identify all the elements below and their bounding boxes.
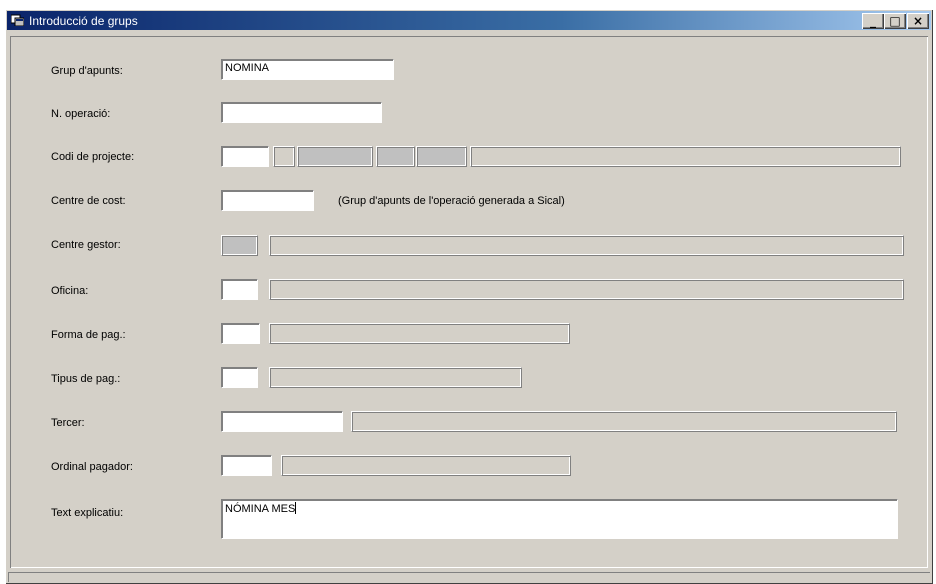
text-cursor: [295, 502, 297, 514]
close-button[interactable]: ×: [907, 13, 929, 29]
ordinal-pagador-input[interactable]: [221, 455, 272, 476]
tipus-pag-label: Tipus de pag.:: [51, 373, 121, 385]
minimize-button[interactable]: _: [862, 13, 884, 29]
ordinal-pagador-label: Ordinal pagador:: [51, 461, 133, 473]
oficina-label: Oficina:: [51, 285, 89, 297]
text-explicatiu-value: NÓMINA MES: [225, 503, 296, 515]
codi-projecte-input[interactable]: [221, 146, 269, 167]
tercer-label: Tercer:: [51, 417, 85, 429]
tercer-description: [351, 411, 897, 432]
codi-projecte-description: [470, 146, 901, 167]
status-bar: [8, 572, 930, 582]
main-window: Introducció de grups _ □ × Grup d'apunts…: [5, 9, 933, 584]
forma-pag-description: [269, 323, 570, 344]
codi-projecte-part-1: [273, 146, 295, 167]
ordinal-pagador-description: [281, 455, 571, 476]
codi-projecte-part-4: [416, 146, 467, 167]
centre-cost-note: (Grup d'apunts de l'operació generada a …: [338, 195, 565, 207]
codi-projecte-label: Codi de projecte:: [51, 151, 135, 163]
centre-cost-label: Centre de cost:: [51, 195, 126, 207]
close-icon: ×: [912, 14, 924, 28]
window-title: Introducció de grups: [29, 14, 138, 28]
forma-pag-input[interactable]: [221, 323, 260, 344]
minimize-icon: _: [870, 14, 876, 28]
title-bar[interactable]: Introducció de grups _ □ ×: [7, 11, 931, 30]
n-operacio-label: N. operació:: [51, 108, 111, 120]
centre-gestor-description: [269, 235, 904, 256]
centre-gestor-code: [221, 235, 258, 256]
grup-apunts-label: Grup d'apunts:: [51, 65, 123, 77]
codi-projecte-part-2: [297, 146, 373, 167]
maximize-button[interactable]: □: [884, 13, 906, 29]
grup-apunts-input[interactable]: NOMINA: [221, 59, 394, 80]
n-operacio-input[interactable]: [221, 102, 382, 123]
centre-cost-input[interactable]: [221, 190, 314, 211]
codi-projecte-part-3: [376, 146, 415, 167]
tercer-input[interactable]: [221, 411, 343, 432]
tipus-pag-description: [269, 367, 522, 388]
tipus-pag-input[interactable]: [221, 367, 258, 388]
form-panel: [10, 36, 928, 568]
text-explicatiu-label: Text explicatiu:: [51, 507, 124, 519]
oficina-description: [269, 279, 904, 300]
app-icon: [11, 14, 24, 26]
centre-gestor-label: Centre gestor:: [51, 239, 121, 251]
oficina-input[interactable]: [221, 279, 258, 300]
text-explicatiu-textarea[interactable]: NÓMINA MES: [221, 499, 898, 539]
maximize-icon: □: [889, 14, 901, 28]
forma-pag-label: Forma de pag.:: [51, 329, 126, 341]
